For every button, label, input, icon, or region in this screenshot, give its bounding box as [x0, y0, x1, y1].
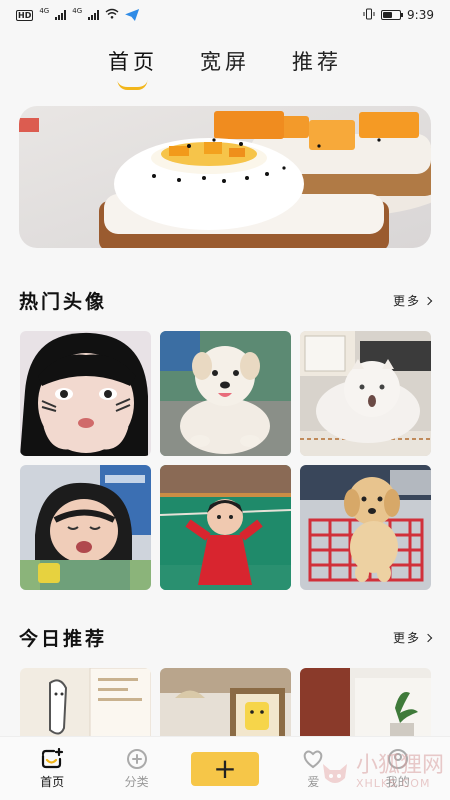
today-header: 今日推荐 更多 — [19, 624, 433, 651]
vibrate-icon — [363, 8, 375, 23]
nav-category[interactable]: 分类 — [107, 748, 167, 790]
chevron-right-icon — [423, 633, 433, 642]
nav-category-label: 分类 — [124, 774, 149, 789]
today-more-link[interactable]: 更多 — [392, 629, 433, 646]
top-tabs: 首页 宽屏 推荐 — [0, 46, 450, 90]
signal-icon — [55, 10, 67, 20]
tab-home-label: 首页 — [108, 50, 158, 74]
hot-more-link[interactable]: 更多 — [392, 292, 433, 309]
nav-home-label: 首页 — [40, 774, 65, 789]
tab-recommend[interactable]: 推荐 — [292, 46, 342, 76]
watermark-text: 小狐狸网 — [355, 753, 444, 778]
network-type-2: 4G — [72, 7, 83, 15]
tab-widescreen[interactable]: 宽屏 — [200, 46, 250, 76]
active-tab-indicator — [117, 80, 148, 90]
smile-plus-icon — [40, 747, 64, 770]
today-more-label: 更多 — [392, 631, 421, 645]
status-left: HD 4G 4G — [16, 7, 140, 22]
avatar-thumbnail[interactable] — [300, 465, 431, 590]
avatar-thumbnail[interactable] — [160, 465, 291, 590]
avatar-thumbnail[interactable] — [20, 331, 151, 456]
hot-avatars-title: 热门头像 — [19, 291, 108, 313]
avatar-thumbnail[interactable] — [160, 331, 291, 456]
chevron-right-icon — [423, 296, 433, 305]
avatar-thumbnail[interactable] — [20, 465, 151, 590]
watermark: 小狐狸网 XHLKS.COM — [318, 755, 444, 790]
tab-home[interactable]: 首页 — [108, 46, 158, 90]
telegram-icon — [125, 9, 140, 21]
wifi-icon — [105, 8, 119, 22]
status-right: 9:39 — [363, 8, 434, 23]
network-type-1: 4G — [39, 7, 50, 15]
hot-avatars-header: 热门头像 更多 — [19, 287, 433, 314]
tab-recommend-label: 推荐 — [292, 50, 342, 74]
fox-logo-icon — [322, 763, 347, 783]
avatar-thumbnail[interactable] — [300, 331, 431, 456]
battery-icon — [381, 10, 404, 20]
hd-indicator: HD — [16, 9, 34, 21]
clock: 9:39 — [407, 8, 434, 22]
banner-image[interactable] — [19, 106, 431, 248]
signal-icon-2 — [88, 10, 100, 20]
hot-avatars-grid — [20, 331, 432, 590]
hot-more-label: 更多 — [392, 294, 421, 308]
tab-widescreen-label: 宽屏 — [200, 50, 250, 74]
category-icon — [125, 748, 149, 770]
bottom-nav: 首页 分类 + 爱 我的 小狐狸网 XHLKS.COM — [0, 736, 450, 800]
nav-home[interactable]: 首页 — [22, 747, 82, 790]
add-button[interactable]: + — [190, 751, 259, 786]
status-bar: HD 4G 4G 9:39 — [0, 0, 450, 30]
today-title: 今日推荐 — [19, 628, 108, 650]
watermark-sub: XHLKS.COM — [355, 777, 431, 790]
